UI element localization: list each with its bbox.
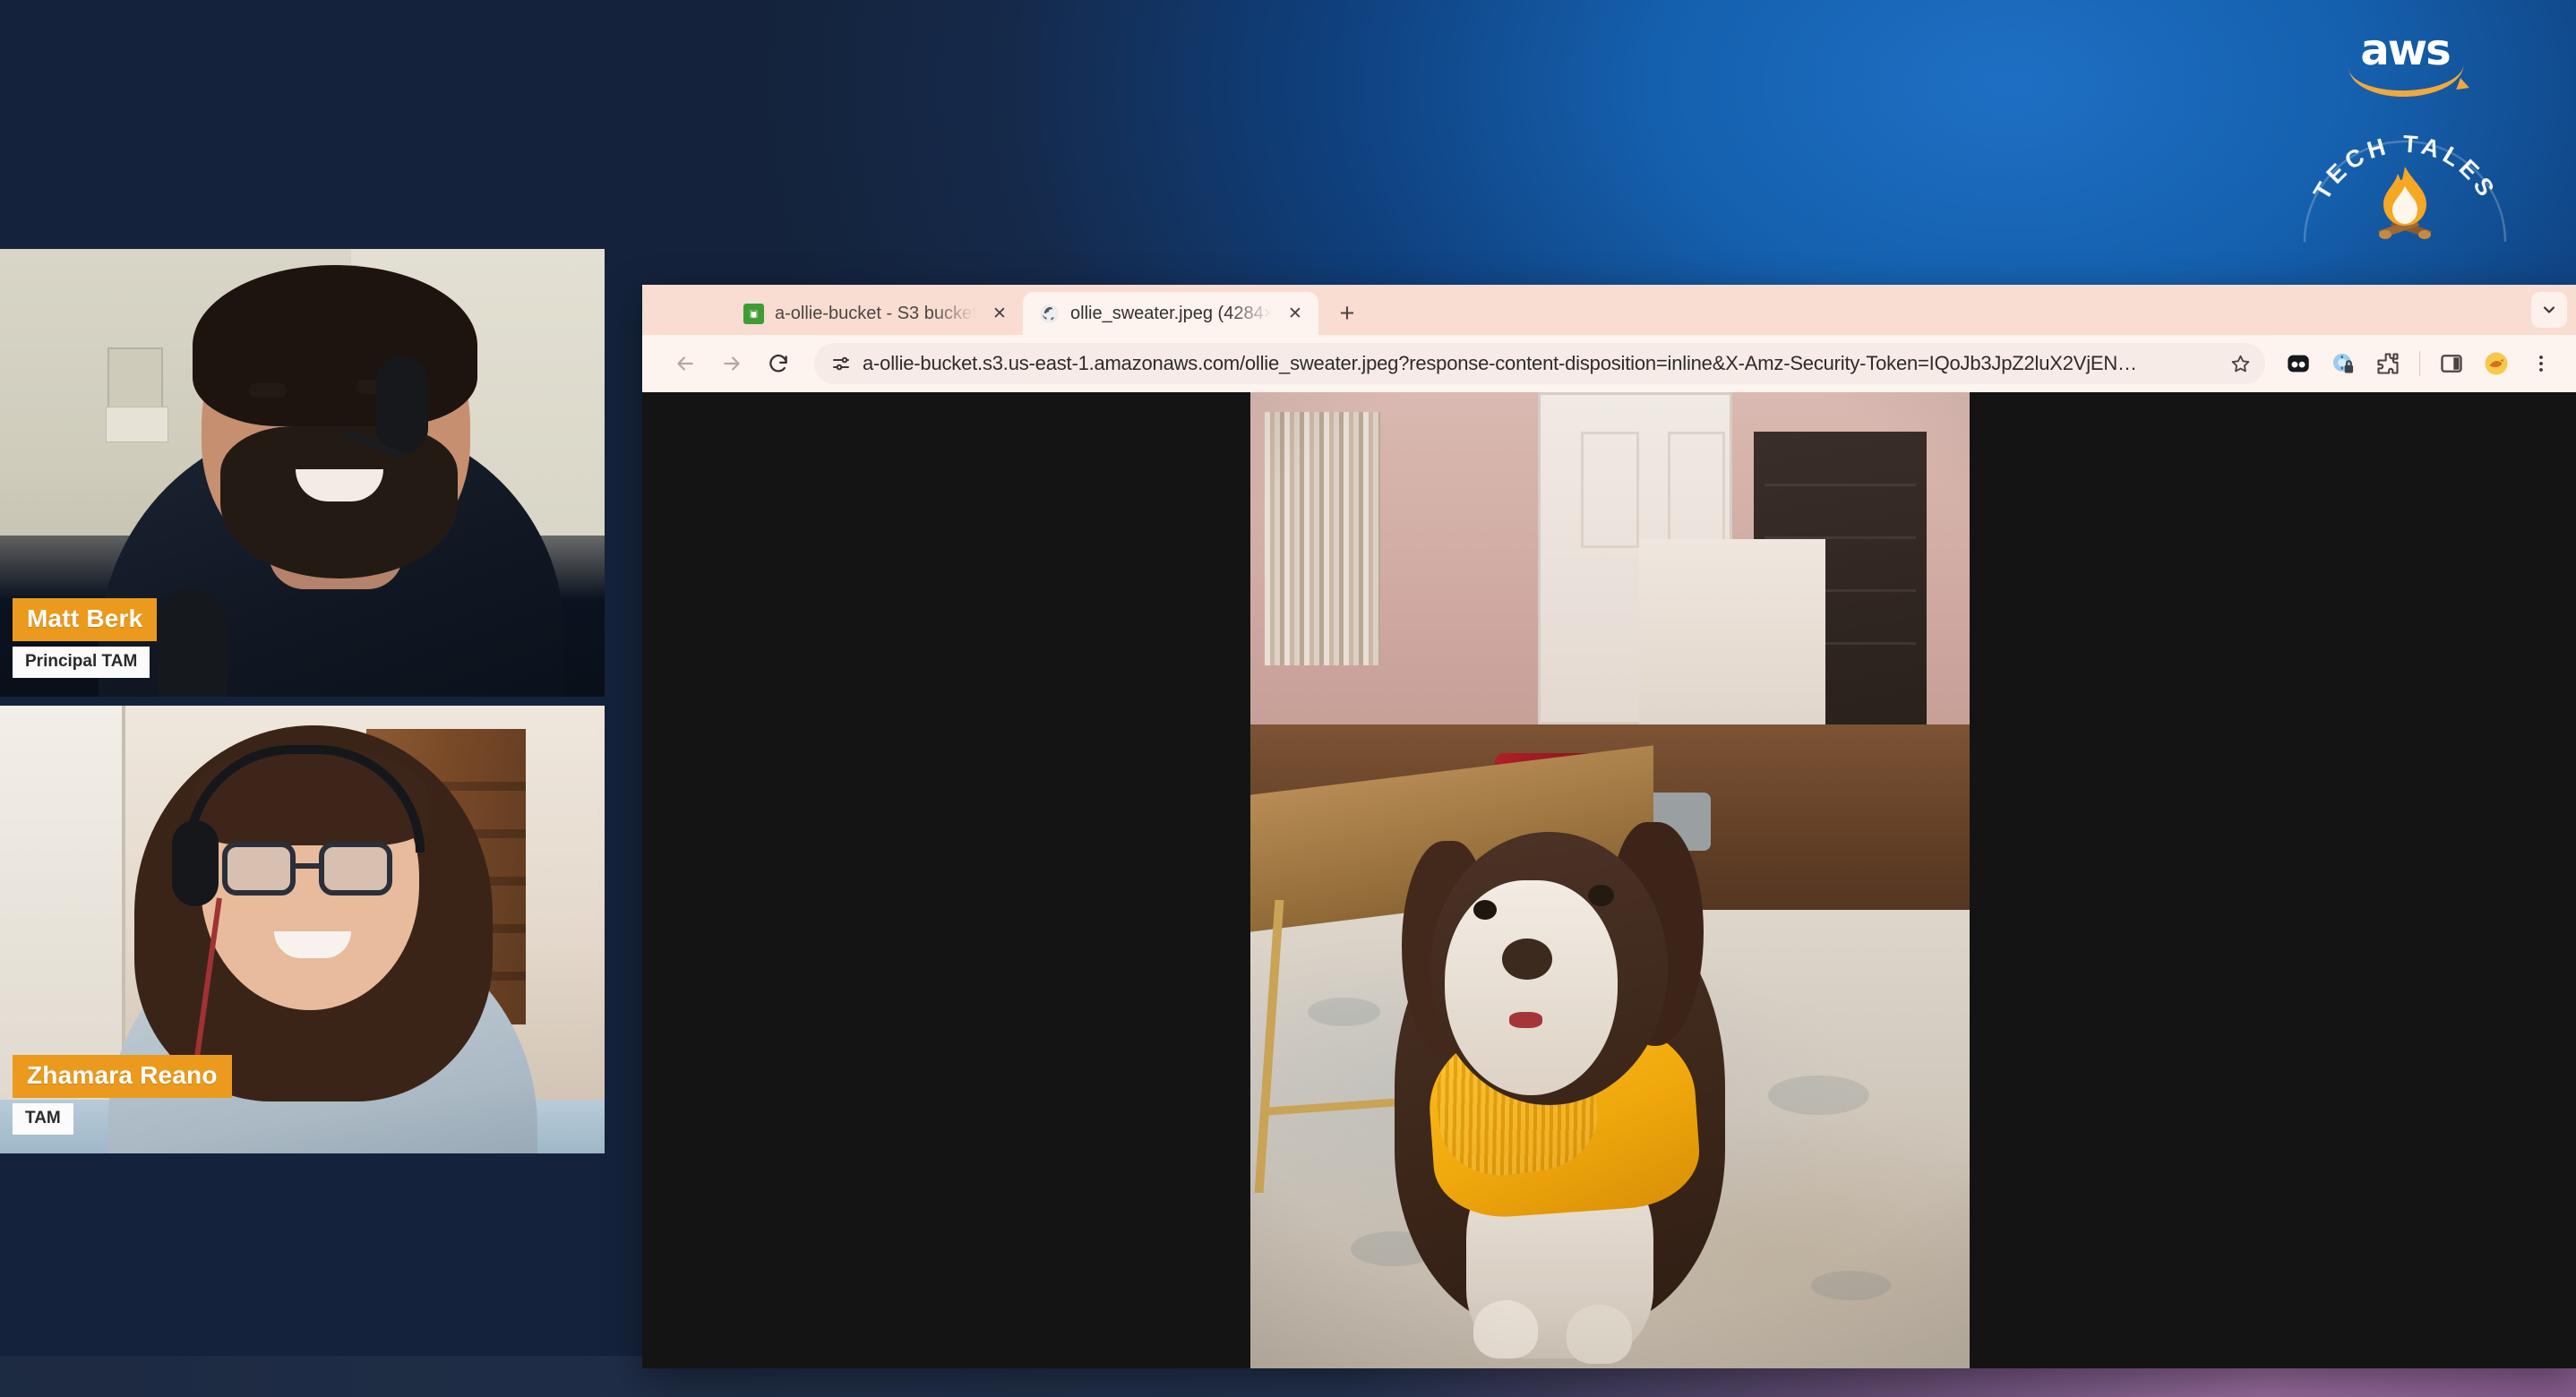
s3-bucket-favicon-icon — [743, 303, 764, 324]
participant-role-matt-berk: Principal TAM — [13, 647, 150, 678]
back-button[interactable] — [662, 340, 708, 387]
bookmark-star-icon[interactable] — [2222, 346, 2258, 381]
aws-smile-icon — [2348, 64, 2465, 99]
browser-content-viewport — [642, 392, 2576, 1368]
browser-menu-button[interactable] — [2519, 341, 2563, 386]
tab-close-icon-a-ollie-bucket[interactable]: ✕ — [987, 301, 1012, 326]
globe-favicon-icon — [1039, 304, 1060, 324]
address-bar-url[interactable]: a-ollie-bucket.s3.us-east-1.amazonaws.co… — [863, 352, 2211, 375]
dark-reader-extension-icon[interactable] — [2276, 341, 2321, 386]
aws-tech-tales-logo: aws TECH TALES — [2280, 16, 2530, 256]
new-tab-button[interactable]: + — [1327, 294, 1367, 333]
participant-role-zhamara-reano: TAM — [13, 1103, 73, 1135]
puzzle-extensions-icon[interactable] — [2366, 341, 2410, 386]
site-settings-tune-icon[interactable] — [830, 353, 852, 374]
reload-button[interactable] — [755, 340, 802, 387]
privacy-lock-extension-icon[interactable] — [2321, 341, 2366, 386]
chevron-down-icon-tab-search[interactable] — [2531, 292, 2567, 328]
profile-avatar-icon[interactable] — [2474, 341, 2519, 386]
side-panel-icon[interactable] — [2429, 341, 2474, 386]
tab-title-a-ollie-bucket: a-ollie-bucket - S3 bucket | S — [775, 303, 976, 323]
address-bar[interactable]: a-ollie-bucket.s3.us-east-1.amazonaws.co… — [814, 343, 2265, 384]
image-ollie-sweater-jpeg[interactable] — [1250, 392, 1970, 1368]
browser-tab-strip: a-ollie-bucket - S3 bucket | S ✕ ollie_s… — [642, 285, 2576, 335]
forward-button[interactable] — [708, 340, 755, 387]
tab-a-ollie-bucket[interactable]: a-ollie-bucket - S3 bucket | S ✕ — [727, 292, 1023, 335]
toolbar-divider — [2419, 351, 2420, 376]
tab-ollie-sweater-jpeg[interactable]: ollie_sweater.jpeg (4284×57 ✕ — [1023, 292, 1318, 335]
campfire-icon — [2378, 167, 2432, 239]
tab-title-ollie-sweater-jpeg: ollie_sweater.jpeg (4284×57 — [1070, 303, 1272, 323]
shared-browser-window: a-ollie-bucket - S3 bucket | S ✕ ollie_s… — [642, 285, 2576, 1368]
tab-close-icon-ollie-sweater-jpeg[interactable]: ✕ — [1283, 301, 1308, 326]
participant-name-zhamara-reano: Zhamara Reano — [13, 1055, 232, 1098]
browser-toolbar: a-ollie-bucket.s3.us-east-1.amazonaws.co… — [642, 335, 2576, 392]
participant-name-matt-berk: Matt Berk — [13, 598, 158, 641]
